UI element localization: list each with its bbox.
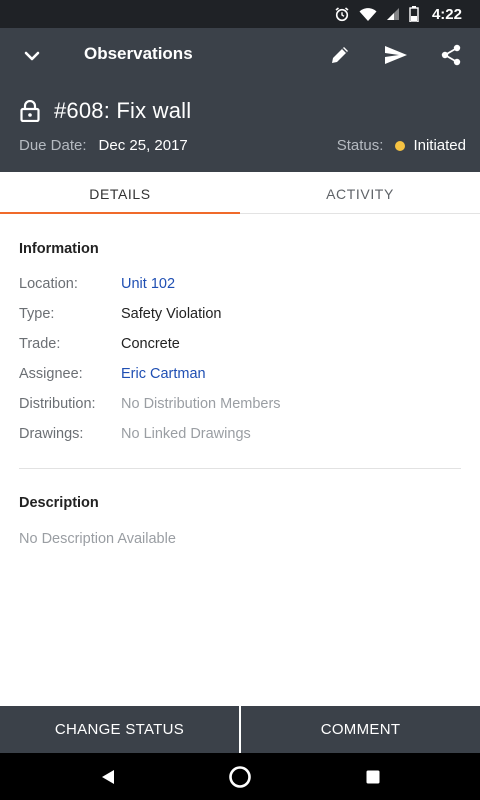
send-icon	[385, 46, 407, 64]
info-row-type: Type: Safety Violation	[19, 306, 459, 326]
send-button[interactable]	[381, 40, 411, 70]
change-status-button[interactable]: CHANGE STATUS	[0, 706, 239, 753]
pencil-icon	[332, 47, 348, 63]
info-key: Trade:	[19, 336, 61, 352]
edit-button[interactable]	[325, 40, 355, 70]
toolbar: Observations	[0, 28, 480, 82]
description-heading: Description	[19, 495, 99, 511]
toolbar-title: Observations	[84, 44, 193, 63]
info-key: Location:	[19, 276, 78, 292]
status-value: Initiated	[413, 137, 466, 154]
collapse-button[interactable]	[18, 42, 46, 70]
observation-title: #608: Fix wall	[54, 98, 192, 123]
share-icon	[441, 44, 461, 66]
status-dot-icon	[395, 140, 406, 151]
location-link[interactable]: Unit 102	[121, 276, 175, 292]
back-triangle-icon	[102, 770, 114, 784]
home-circle-icon	[229, 766, 251, 788]
share-button[interactable]	[436, 40, 466, 70]
info-row-drawings: Drawings: No Linked Drawings	[19, 426, 459, 446]
observation-heading: #608: Fix wall	[20, 98, 191, 124]
info-row-assignee: Assignee: Eric Cartman	[19, 366, 459, 386]
info-value: Safety Violation	[121, 306, 222, 322]
observation-meta: Due Date: Dec 25, 2017 Status: Initiated	[19, 137, 466, 154]
comment-button[interactable]: COMMENT	[241, 706, 480, 753]
info-row-distribution: Distribution: No Distribution Members	[19, 396, 459, 416]
app-header: Observations #608: Fix wall Due Date: De…	[0, 28, 480, 172]
info-value: Concrete	[121, 336, 180, 352]
action-bar: CHANGE STATUS COMMENT	[0, 706, 480, 753]
signal-icon	[386, 8, 399, 20]
nav-back-button[interactable]	[96, 765, 120, 789]
info-key: Drawings:	[19, 426, 84, 442]
nav-recents-button[interactable]	[361, 765, 385, 789]
assignee-link[interactable]: Eric Cartman	[121, 366, 206, 382]
description-text: No Description Available	[19, 531, 176, 547]
information-heading: Information	[19, 241, 99, 257]
due-date-label: Due Date:	[19, 137, 87, 154]
info-key: Type:	[19, 306, 55, 322]
info-row-location: Location: Unit 102	[19, 276, 459, 296]
nav-home-button[interactable]	[228, 765, 252, 789]
battery-icon	[409, 6, 419, 22]
info-key: Distribution:	[19, 396, 96, 412]
alarm-icon	[335, 7, 349, 22]
info-value: No Distribution Members	[121, 396, 281, 412]
info-value: No Linked Drawings	[121, 426, 251, 442]
tab-details[interactable]: DETAILS	[0, 172, 240, 214]
tab-activity[interactable]: ACTIVITY	[240, 172, 480, 213]
wifi-icon	[359, 7, 377, 21]
recents-square-icon	[366, 770, 380, 784]
chevron-down-icon	[24, 51, 40, 61]
info-row-trade: Trade: Concrete	[19, 336, 459, 356]
section-divider	[19, 468, 461, 469]
lock-icon	[20, 100, 40, 122]
info-key: Assignee:	[19, 366, 83, 382]
status-label: Status:	[336, 137, 384, 154]
system-nav-bar	[0, 753, 480, 800]
tab-bar: DETAILS ACTIVITY	[0, 172, 480, 214]
clock-time: 4:22	[431, 5, 462, 23]
due-date-value: Dec 25, 2017	[98, 137, 188, 154]
status-bar: 4:22	[0, 0, 480, 28]
